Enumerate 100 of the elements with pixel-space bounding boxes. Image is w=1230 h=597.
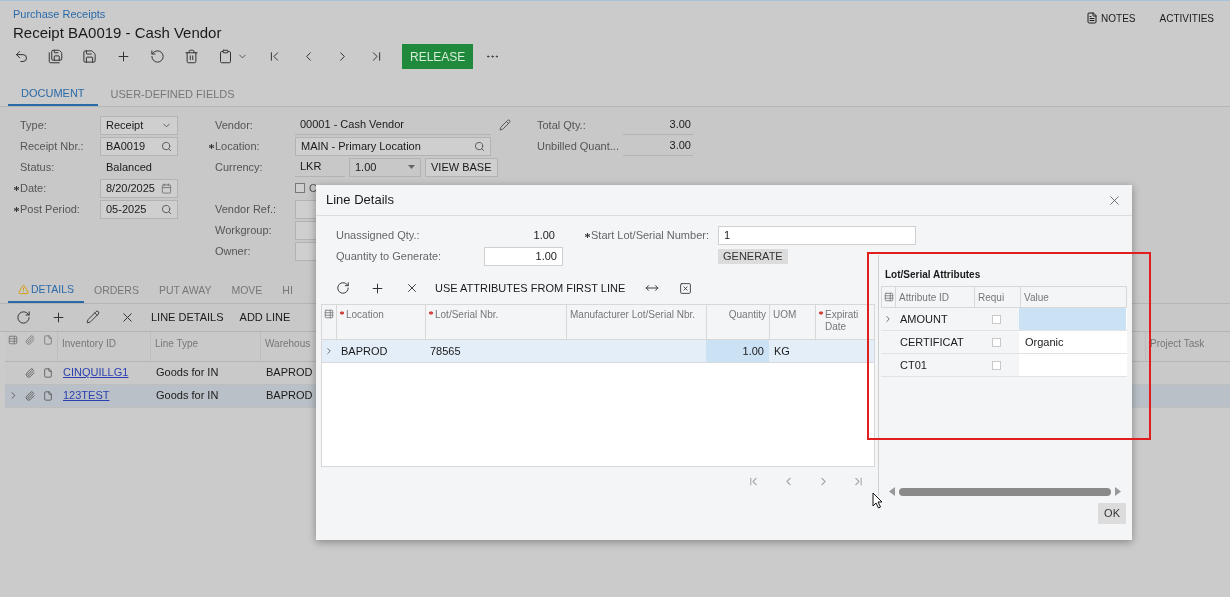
save-icon[interactable] bbox=[82, 49, 97, 64]
column-header[interactable]: Lot/Serial Nbr. bbox=[435, 309, 499, 339]
column-header[interactable]: Inventory ID bbox=[57, 331, 150, 361]
scroll-right-icon[interactable] bbox=[1115, 487, 1121, 496]
file-icon[interactable] bbox=[43, 367, 53, 378]
header-link[interactable]: NOTES bbox=[1086, 10, 1136, 26]
back-icon[interactable] bbox=[14, 49, 29, 64]
grid-settings-icon[interactable] bbox=[324, 309, 334, 319]
clipboard-icon[interactable] bbox=[218, 49, 233, 64]
scroll-left-icon[interactable] bbox=[889, 487, 895, 496]
grid-settings-icon[interactable] bbox=[8, 334, 18, 345]
currency-field[interactable]: LKR bbox=[295, 157, 345, 177]
required-icon bbox=[819, 311, 823, 315]
checkbox[interactable] bbox=[991, 360, 1001, 370]
header-link[interactable]: ACTIVITIES bbox=[1159, 10, 1214, 26]
file-icon bbox=[43, 334, 53, 345]
table-cell-text: BAPROD bbox=[265, 365, 313, 381]
field-value: 3.00 bbox=[623, 136, 693, 156]
toolbar-button[interactable]: ADD LINE bbox=[239, 308, 291, 326]
grid-cell-text: 1.00 bbox=[742, 343, 764, 359]
add-icon[interactable] bbox=[51, 309, 66, 325]
cursor-icon bbox=[872, 492, 883, 509]
column-header[interactable]: UOM bbox=[773, 309, 797, 339]
details-tab[interactable]: PUT AWAY bbox=[148, 278, 222, 303]
toolbar-button[interactable]: LINE DETAILS bbox=[151, 308, 224, 326]
checkbox[interactable] bbox=[991, 314, 1001, 324]
attribute-row[interactable]: CERTIFICAT Organic bbox=[881, 331, 1127, 354]
save-close-icon[interactable] bbox=[48, 49, 63, 64]
column-header[interactable]: Location bbox=[346, 309, 384, 339]
add-icon[interactable] bbox=[370, 280, 385, 296]
field-label: Vendor: bbox=[215, 117, 253, 133]
paperclip-icon bbox=[25, 334, 35, 345]
quantity-input[interactable]: 1.00 bbox=[484, 247, 563, 266]
field-label: Receipt Nbr.: bbox=[20, 138, 84, 154]
lookup-field[interactable]: MAIN - Primary Location bbox=[295, 136, 491, 156]
vendor-field[interactable]: 00001 - Cash Vendor bbox=[295, 115, 491, 135]
caret-icon bbox=[408, 165, 415, 169]
refresh-icon[interactable] bbox=[16, 309, 31, 325]
paperclip-icon[interactable] bbox=[25, 390, 35, 401]
ok-button[interactable]: OK bbox=[1098, 503, 1126, 524]
pencil-icon[interactable] bbox=[499, 119, 511, 131]
field-label: Location: bbox=[215, 138, 260, 154]
form-tab[interactable]: DOCUMENT bbox=[8, 82, 98, 106]
lookup-field[interactable]: BA0019 bbox=[100, 136, 178, 156]
attribute-row[interactable]: AMOUNT bbox=[881, 308, 1127, 331]
page-title: Receipt BA0019 - Cash Vendor bbox=[13, 22, 222, 43]
details-tab[interactable]: HI bbox=[272, 278, 303, 303]
details-tab[interactable]: MOVE bbox=[221, 278, 273, 303]
attribute-row[interactable]: CT01 bbox=[881, 354, 1127, 377]
required-icon bbox=[13, 185, 19, 191]
generate-button[interactable]: GENERATE bbox=[718, 249, 788, 264]
type-dropdown[interactable]: Receipt bbox=[100, 115, 178, 135]
column-header[interactable]: Requi bbox=[974, 287, 1020, 307]
column-header[interactable]: Line Type bbox=[150, 331, 260, 361]
undo-icon[interactable] bbox=[150, 49, 165, 64]
lot-serial-input[interactable]: 1 bbox=[718, 226, 916, 245]
file-icon[interactable] bbox=[43, 390, 53, 401]
grid-row[interactable]: BAPROD 78565 1.00 KG bbox=[322, 340, 874, 363]
scrollbar-thumb[interactable] bbox=[899, 487, 1111, 496]
form-tab[interactable]: USER-DEFINED FIELDS bbox=[97, 82, 248, 106]
table-cell-text: BAPROD bbox=[265, 388, 313, 404]
column-header[interactable]: Value bbox=[1020, 287, 1126, 307]
column-header[interactable]: Attribute ID bbox=[895, 287, 974, 307]
details-tab[interactable]: ORDERS bbox=[84, 278, 149, 303]
required-icon bbox=[340, 311, 344, 315]
chevron-icon bbox=[324, 346, 334, 356]
export-icon[interactable] bbox=[679, 281, 693, 295]
add-icon[interactable] bbox=[116, 49, 131, 64]
inventory-link[interactable]: 123TEST bbox=[63, 389, 110, 402]
field-label: Unbilled Quant... bbox=[537, 138, 619, 154]
inventory-link[interactable]: CINQUILLG1 bbox=[63, 366, 129, 379]
field-value: 3.00 bbox=[623, 115, 693, 135]
grid-settings-icon[interactable] bbox=[883, 292, 894, 302]
details-tab[interactable]: DETAILS bbox=[8, 278, 84, 303]
column-header[interactable]: Expirati Date bbox=[825, 309, 866, 339]
paperclip-icon[interactable] bbox=[25, 367, 35, 378]
date-field[interactable]: 8/20/2025 bbox=[100, 178, 178, 198]
column-header[interactable]: Quantity bbox=[728, 309, 766, 339]
column-header[interactable]: Project Task bbox=[1145, 331, 1225, 361]
pencil-icon[interactable] bbox=[86, 310, 100, 324]
refresh-icon[interactable] bbox=[336, 281, 350, 295]
lookup-field[interactable]: 05-2025 bbox=[100, 199, 178, 219]
field-label: Type: bbox=[20, 117, 47, 133]
field-label: Date: bbox=[20, 180, 47, 196]
view-base-button[interactable]: VIEW BASE bbox=[425, 157, 498, 177]
calendar-icon bbox=[161, 182, 172, 194]
table-cell-text: Goods for IN bbox=[155, 365, 220, 381]
rate-dropdown[interactable]: 1.00 bbox=[349, 157, 421, 177]
grid-cell: CT01 bbox=[894, 354, 973, 376]
release-button[interactable]: RELEASE bbox=[402, 44, 474, 69]
use-attributes-button[interactable]: USE ATTRIBUTES FROM FIRST LINE bbox=[435, 279, 626, 297]
column-header[interactable]: Manufacturer Lot/Serial Nbr. bbox=[570, 309, 696, 339]
trash-icon[interactable] bbox=[184, 49, 199, 64]
checkbox[interactable] bbox=[295, 183, 305, 193]
dialog-title: Line Details bbox=[326, 191, 394, 210]
checkbox[interactable] bbox=[991, 337, 1001, 347]
grid-cell-text: BAPROD bbox=[341, 343, 388, 359]
close-icon[interactable] bbox=[405, 281, 419, 295]
field-label: Post Period: bbox=[20, 201, 80, 217]
breadcrumb-link[interactable]: Purchase Receipts bbox=[13, 6, 222, 23]
